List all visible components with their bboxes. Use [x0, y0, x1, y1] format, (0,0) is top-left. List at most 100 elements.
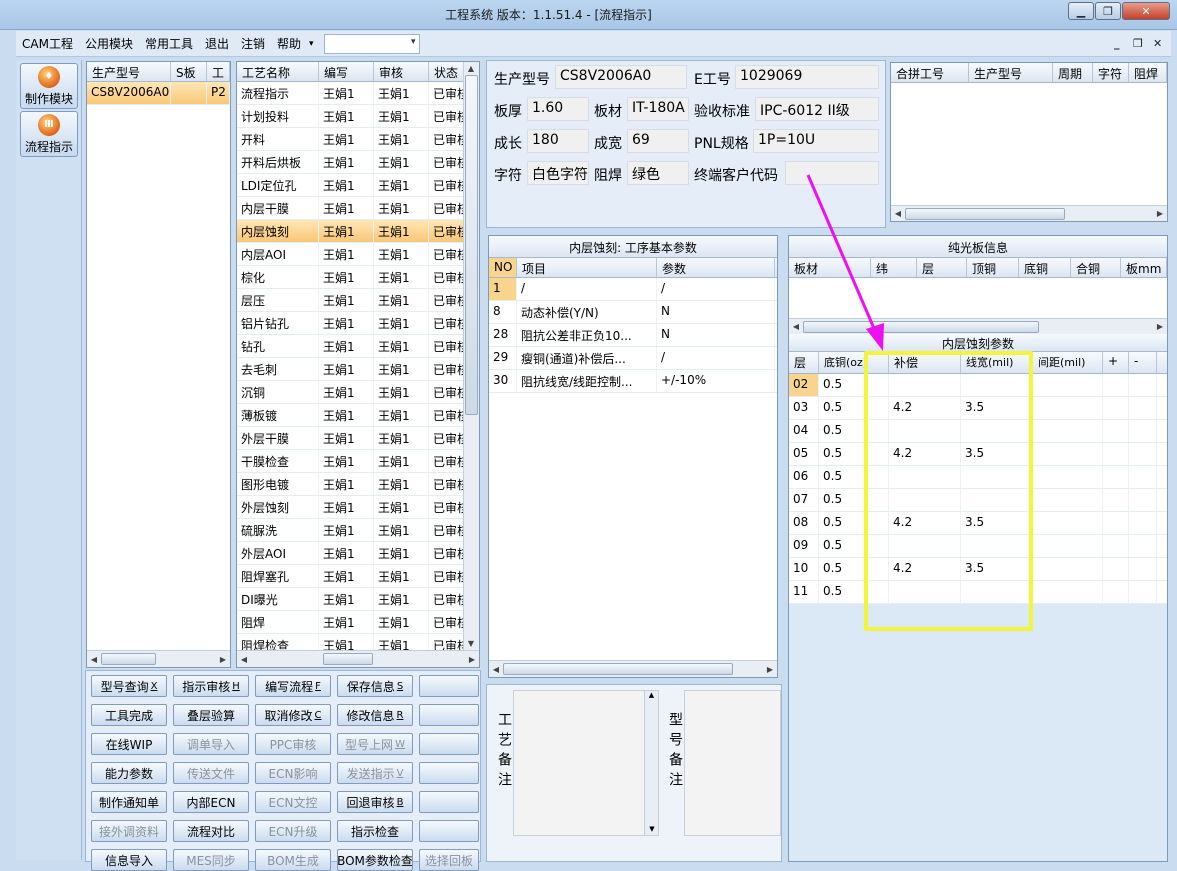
table-row[interactable]: 内层蚀刻王娟1王娟1已审核 — [237, 220, 479, 243]
table-row[interactable]: 沉铜王娟1王娟1已审核 — [237, 381, 479, 404]
action-button[interactable]: PPC审核 — [255, 733, 331, 755]
action-button[interactable]: 选择回板 — [419, 849, 479, 871]
table-row[interactable]: 内层AOI王娟1王娟1已审核 — [237, 243, 479, 266]
process-hscroll[interactable]: ◀ ▶ — [237, 650, 479, 667]
close-button[interactable]: ✕ — [1122, 2, 1170, 20]
material-field[interactable]: IT-180A — [627, 97, 689, 121]
table-row[interactable]: 内层干膜王娟1王娟1已审核 — [237, 197, 479, 220]
column-header[interactable]: 顶铜 — [967, 258, 1019, 277]
table-row[interactable]: 外层干膜王娟1王娟1已审核 — [237, 427, 479, 450]
action-button[interactable]: 取消修改 C — [255, 704, 331, 726]
mdi-restore-icon[interactable]: ❐ — [1133, 37, 1143, 50]
action-button[interactable]: ECN升级 — [255, 820, 331, 842]
maximize-button[interactable]: ❐ — [1095, 2, 1121, 20]
action-button[interactable]: 指示审核 H — [173, 675, 249, 697]
table-row[interactable]: 棕化王娟1王娟1已审核 — [237, 266, 479, 289]
menu-help[interactable]: 帮助 — [271, 35, 307, 52]
column-header[interactable]: 合拼工号 — [891, 63, 969, 82]
table-row[interactable]: DI曝光王娟1王娟1已审核 — [237, 588, 479, 611]
action-button[interactable]: 回退审核 B — [337, 791, 413, 813]
action-button[interactable]: 工具完成 — [91, 704, 167, 726]
table-row[interactable]: 干膜检查王娟1王娟1已审核 — [237, 450, 479, 473]
menu-tools[interactable]: 常用工具 — [139, 35, 199, 52]
model-remark-textarea[interactable] — [684, 690, 781, 836]
menu-common-module[interactable]: 公用模块 — [79, 35, 139, 52]
action-button[interactable]: 内部ECN — [173, 791, 249, 813]
table-row[interactable]: 薄板镀王娟1王娟1已审核 — [237, 404, 479, 427]
table-row[interactable]: 28 阻抗公差非正负10... N — [489, 324, 777, 347]
pnl-field[interactable]: 1P=10U — [753, 129, 879, 153]
table-row[interactable]: 去毛刺王娟1王娟1已审核 — [237, 358, 479, 381]
table-row[interactable]: 外层蚀刻王娟1王娟1已审核 — [237, 496, 479, 519]
action-button[interactable] — [419, 733, 479, 755]
mdi-close-icon[interactable]: ✕ — [1153, 37, 1162, 50]
column-header[interactable]: 字符 — [1093, 63, 1129, 82]
table-row[interactable]: 29 瘦铜(通道)补偿后... / — [489, 347, 777, 370]
table-row[interactable]: 计划投料王娟1王娟1已审核 — [237, 105, 479, 128]
table-row[interactable]: 1// — [489, 278, 777, 301]
process-remark-textarea[interactable]: ▲ ▼ — [513, 690, 659, 836]
column-header[interactable]: 审核 — [374, 62, 429, 81]
action-button[interactable]: BOM参数检查 — [337, 849, 413, 871]
action-button[interactable]: 编写流程 F — [255, 675, 331, 697]
column-header[interactable]: 工 — [207, 62, 230, 81]
column-header[interactable]: 项目 — [517, 258, 657, 277]
eno-field[interactable]: 1029069 — [735, 65, 879, 89]
column-header[interactable]: 合铜 — [1071, 258, 1121, 277]
column-header[interactable]: 参数 — [657, 258, 775, 277]
column-header[interactable]: - — [1129, 352, 1157, 373]
table-row[interactable]: 层压王娟1王娟1已审核 — [237, 289, 479, 312]
action-button[interactable]: 传送文件 — [173, 762, 249, 784]
combined-hscroll[interactable]: ◀ ▶ — [891, 205, 1167, 221]
menu-logout[interactable]: 注销 — [235, 35, 271, 52]
nav-make-module-button[interactable]: ♦ 制作模块 — [20, 63, 78, 109]
model-hscroll[interactable]: ◀ ▶ — [87, 650, 230, 667]
table-row[interactable]: 开料后烘板王娟1王娟1已审核 — [237, 151, 479, 174]
mdi-minimize-icon[interactable]: _ — [1114, 37, 1120, 50]
column-header[interactable]: 编写 — [319, 62, 374, 81]
column-header[interactable]: 周期 — [1053, 63, 1093, 82]
width-field[interactable]: 69 — [627, 129, 689, 153]
column-header[interactable]: 生产型号 — [969, 63, 1053, 82]
column-header[interactable]: 阻焊 — [1129, 63, 1167, 82]
action-button[interactable]: ECN文控 — [255, 791, 331, 813]
action-button[interactable]: 修改信息 R — [337, 704, 413, 726]
action-button[interactable]: 制作通知单 — [91, 791, 167, 813]
column-header[interactable]: 生产型号 — [87, 62, 171, 81]
table-row[interactable]: 钻孔王娟1王娟1已审核 — [237, 335, 479, 358]
column-header[interactable]: 状态 — [429, 62, 465, 81]
standard-field[interactable]: IPC-6012 II级 — [755, 97, 879, 121]
action-button[interactable] — [419, 762, 479, 784]
menu-cam[interactable]: CAM工程 — [16, 35, 79, 52]
action-button[interactable]: 能力参数 — [91, 762, 167, 784]
menu-dropdown-icon[interactable]: ▾ — [307, 39, 316, 49]
column-header[interactable]: + — [1103, 352, 1129, 373]
column-header[interactable]: 间距(mil) — [1033, 352, 1103, 373]
table-row[interactable]: 开料王娟1王娟1已审核 — [237, 128, 479, 151]
action-button[interactable] — [419, 791, 479, 813]
table-row[interactable]: CS8V2006A0 P2 — [87, 82, 230, 105]
action-button[interactable]: 保存信息 S — [337, 675, 413, 697]
menu-exit[interactable]: 退出 — [199, 35, 235, 52]
basic-hscroll[interactable]: ◀ ▶ — [489, 660, 777, 677]
table-row[interactable]: 流程指示王娟1王娟1已审核 — [237, 82, 479, 105]
table-row[interactable]: 阻焊塞孔王娟1王娟1已审核 — [237, 565, 479, 588]
action-button[interactable]: 流程对比 — [173, 820, 249, 842]
table-row[interactable]: LDI定位孔王娟1王娟1已审核 — [237, 174, 479, 197]
action-button[interactable]: 在线WIP — [91, 733, 167, 755]
action-button[interactable] — [419, 675, 479, 697]
mask-field[interactable]: 绿色 — [627, 161, 689, 185]
char-field[interactable]: 白色字符 — [527, 161, 589, 185]
action-button[interactable]: 型号查询 X — [91, 675, 167, 697]
nav-flow-button[interactable]: Ⅲ 流程指示 — [20, 111, 78, 157]
column-header[interactable]: NO — [489, 258, 517, 277]
column-header[interactable]: 工艺名称 — [237, 62, 319, 81]
action-button[interactable]: 发送指示 V — [337, 762, 413, 784]
length-field[interactable]: 180 — [527, 129, 589, 153]
process-vscroll[interactable]: ▲ ▼ — [463, 62, 479, 650]
action-button[interactable]: BOM生成 — [255, 849, 331, 871]
action-button[interactable]: 调单导入 — [173, 733, 249, 755]
column-header[interactable]: 层 — [917, 258, 967, 277]
model-field[interactable]: CS8V2006A0 — [555, 65, 687, 89]
column-header[interactable]: 底铜 — [1019, 258, 1071, 277]
